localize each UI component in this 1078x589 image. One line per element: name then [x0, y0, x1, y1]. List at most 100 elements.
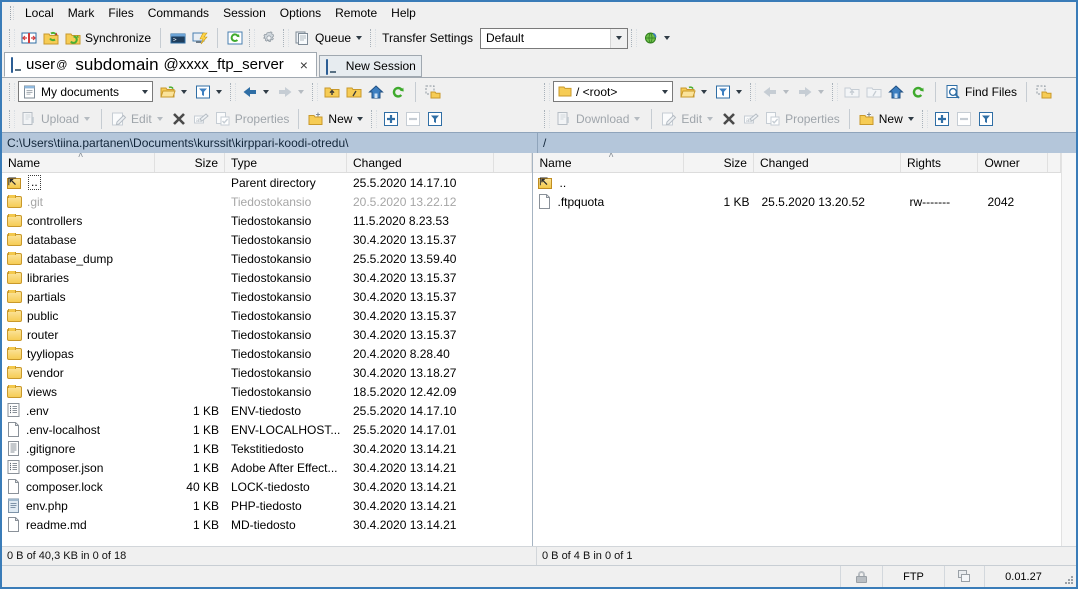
local-col-type[interactable]: Type: [225, 153, 347, 172]
transfer-settings-chevron-down-icon[interactable]: [610, 28, 628, 48]
table-row[interactable]: views Tiedostokansio 18.5.2020 12.42.09: [2, 382, 532, 401]
remote-path-bar[interactable]: /: [537, 132, 1076, 153]
remote-vertical-scrollbar[interactable]: [1061, 153, 1076, 546]
menu-item-options[interactable]: Options: [273, 4, 328, 22]
preferences-button[interactable]: [258, 26, 280, 50]
transfer-protocol-button[interactable]: [640, 26, 675, 50]
remote-col-size[interactable]: Size: [684, 153, 754, 172]
remote-open-directory-button[interactable]: [677, 80, 712, 104]
remote-location-chevron-down-icon[interactable]: [657, 82, 672, 101]
local-row-type: Tiedostokansio: [231, 270, 312, 285]
new-session-tab[interactable]: New Session: [318, 55, 422, 77]
local-home-directory-button[interactable]: [365, 80, 387, 104]
local-delete-button[interactable]: [168, 107, 190, 131]
table-row[interactable]: .gitignore 1 KB Tekstitiedosto 30.4.2020 13…: [2, 439, 532, 458]
menu-item-session[interactable]: Session: [216, 4, 273, 22]
status-protocol-cell[interactable]: FTP: [882, 566, 944, 587]
menu-item-help[interactable]: Help: [384, 4, 423, 22]
remote-delete-button[interactable]: [718, 107, 740, 131]
synchronize-browsing-button[interactable]: [40, 26, 62, 50]
menu-item-commands[interactable]: Commands: [141, 4, 216, 22]
local-file-list[interactable]: ⇱.. Parent directory 25.5.2020 14.17.10 .gi…: [2, 173, 533, 546]
table-row[interactable]: .env-localhost 1 KB ENV-LOCALHOST... 25.5.2…: [2, 420, 532, 439]
remote-col-rights[interactable]: Rights: [901, 153, 979, 172]
remote-col-owner[interactable]: Owner: [978, 153, 1049, 172]
table-row[interactable]: ⇱.. Parent directory 25.5.2020 14.17.10: [2, 173, 532, 192]
local-open-directory-button[interactable]: [157, 80, 192, 104]
local-open-chevron-down-icon[interactable]: [181, 89, 187, 94]
table-row[interactable]: ⇱..: [533, 173, 1061, 192]
local-path-bar[interactable]: C:\Users\tiina.partanen\Documents\kurssi…: [2, 132, 537, 153]
local-location-chevron-down-icon[interactable]: [137, 82, 152, 101]
table-row[interactable]: controllers Tiedostokansio 11.5.2020 8.23.…: [2, 211, 532, 230]
table-row[interactable]: libraries Tiedostokansio 30.4.2020 13.15.3…: [2, 268, 532, 287]
remote-new-chevron-down-icon[interactable]: [907, 116, 914, 121]
remote-file-list[interactable]: ⇱.. .ftpquota 1 KB 25.5.2020 13.20.52 rw----…: [533, 173, 1061, 546]
table-row[interactable]: composer.json 1 KB Adobe After Effect... 30…: [2, 458, 532, 477]
remote-invert-selection-button[interactable]: [975, 107, 997, 131]
local-new-button[interactable]: New: [305, 107, 368, 131]
synchronize-button[interactable]: Synchronize: [62, 26, 154, 50]
remote-filter-button[interactable]: [712, 80, 747, 104]
table-row[interactable]: partials Tiedostokansio 30.4.2020 13.15.37: [2, 287, 532, 306]
local-col-name[interactable]: Name ˄: [2, 153, 155, 172]
table-row[interactable]: router Tiedostokansio 30.4.2020 13.15.37: [2, 325, 532, 344]
local-back-chevron-down-icon[interactable]: [263, 89, 269, 94]
find-files-button[interactable]: Find Files: [942, 80, 1020, 104]
local-root-directory-button[interactable]: [343, 80, 365, 104]
table-row[interactable]: env.php 1 KB PHP-tiedosto 30.4.2020 13.14.2…: [2, 496, 532, 515]
status-transfer-cell[interactable]: [944, 566, 984, 587]
remote-col-name[interactable]: Name ˄: [533, 153, 685, 172]
queue-chevron-down-icon[interactable]: [356, 36, 363, 40]
session-tab-active[interactable]: user @ subdomain @xxxx_ftp_server ×: [4, 52, 317, 77]
remote-refresh-button[interactable]: [907, 80, 929, 104]
transfer-settings-combo[interactable]: Default: [480, 27, 629, 49]
remote-home-directory-button[interactable]: [885, 80, 907, 104]
local-filter-button[interactable]: [192, 80, 227, 104]
remote-bookmark-button[interactable]: [1033, 80, 1055, 104]
table-row[interactable]: public Tiedostokansio 30.4.2020 13.15.37: [2, 306, 532, 325]
local-row-size: 1 KB: [192, 403, 219, 418]
local-bookmark-button[interactable]: [422, 80, 444, 104]
table-row[interactable]: .git Tiedostokansio 20.5.2020 13.22.12: [2, 192, 532, 211]
console-button[interactable]: >: [167, 26, 189, 50]
local-select-button[interactable]: [380, 107, 402, 131]
local-col-changed[interactable]: Changed: [347, 153, 494, 172]
table-row[interactable]: tyyliopas Tiedostokansio 20.4.2020 8.28.40: [2, 344, 532, 363]
local-filter-chevron-down-icon[interactable]: [216, 89, 222, 94]
menu-item-remote[interactable]: Remote: [328, 4, 384, 22]
remote-select-button[interactable]: [931, 107, 953, 131]
remote-col-changed[interactable]: Changed: [754, 153, 901, 172]
local-back-button[interactable]: [239, 80, 274, 104]
table-row[interactable]: .env 1 KB ENV-tiedosto 25.5.2020 14.17.10: [2, 401, 532, 420]
status-encryption-cell[interactable]: [840, 566, 882, 587]
local-parent-directory-button[interactable]: [321, 80, 343, 104]
remote-new-button[interactable]: New: [856, 107, 919, 131]
transfer-protocol-chevron-down-icon[interactable]: [664, 36, 671, 40]
table-row[interactable]: composer.lock 40 KB LOCK-tiedosto 30.4.2020…: [2, 477, 532, 496]
table-row[interactable]: .ftpquota 1 KB 25.5.2020 13.20.52 rw-------…: [533, 192, 1061, 211]
local-new-chevron-down-icon[interactable]: [357, 116, 364, 121]
local-col-size[interactable]: Size: [155, 153, 225, 172]
menu-item-mark[interactable]: Mark: [61, 4, 102, 22]
remote-filter-chevron-down-icon[interactable]: [736, 89, 742, 94]
refresh-button[interactable]: [224, 26, 246, 50]
table-row[interactable]: database Tiedostokansio 30.4.2020 13.15.37: [2, 230, 532, 249]
invert-selection-icon: [427, 111, 443, 127]
split-panels-button[interactable]: [18, 26, 40, 50]
menu-item-files[interactable]: Files: [101, 4, 140, 22]
local-toolbar-separator: [415, 81, 416, 102]
menu-item-local[interactable]: Local: [18, 4, 61, 22]
window-resize-grip[interactable]: [1062, 566, 1076, 587]
queue-button[interactable]: Queue: [292, 26, 367, 50]
putty-button[interactable]: [189, 26, 211, 50]
table-row[interactable]: readme.md 1 KB MD-tiedosto 30.4.2020 13.14.…: [2, 515, 532, 534]
local-location-combo[interactable]: My documents: [18, 81, 153, 102]
local-refresh-button[interactable]: [387, 80, 409, 104]
local-invert-selection-button[interactable]: [424, 107, 446, 131]
remote-open-chevron-down-icon[interactable]: [701, 89, 707, 94]
remote-location-combo[interactable]: / <root>: [553, 81, 673, 102]
session-tab-close-icon[interactable]: ×: [297, 57, 311, 73]
table-row[interactable]: database_dump Tiedostokansio 25.5.2020 13.…: [2, 249, 532, 268]
table-row[interactable]: vendor Tiedostokansio 30.4.2020 13.18.27: [2, 363, 532, 382]
